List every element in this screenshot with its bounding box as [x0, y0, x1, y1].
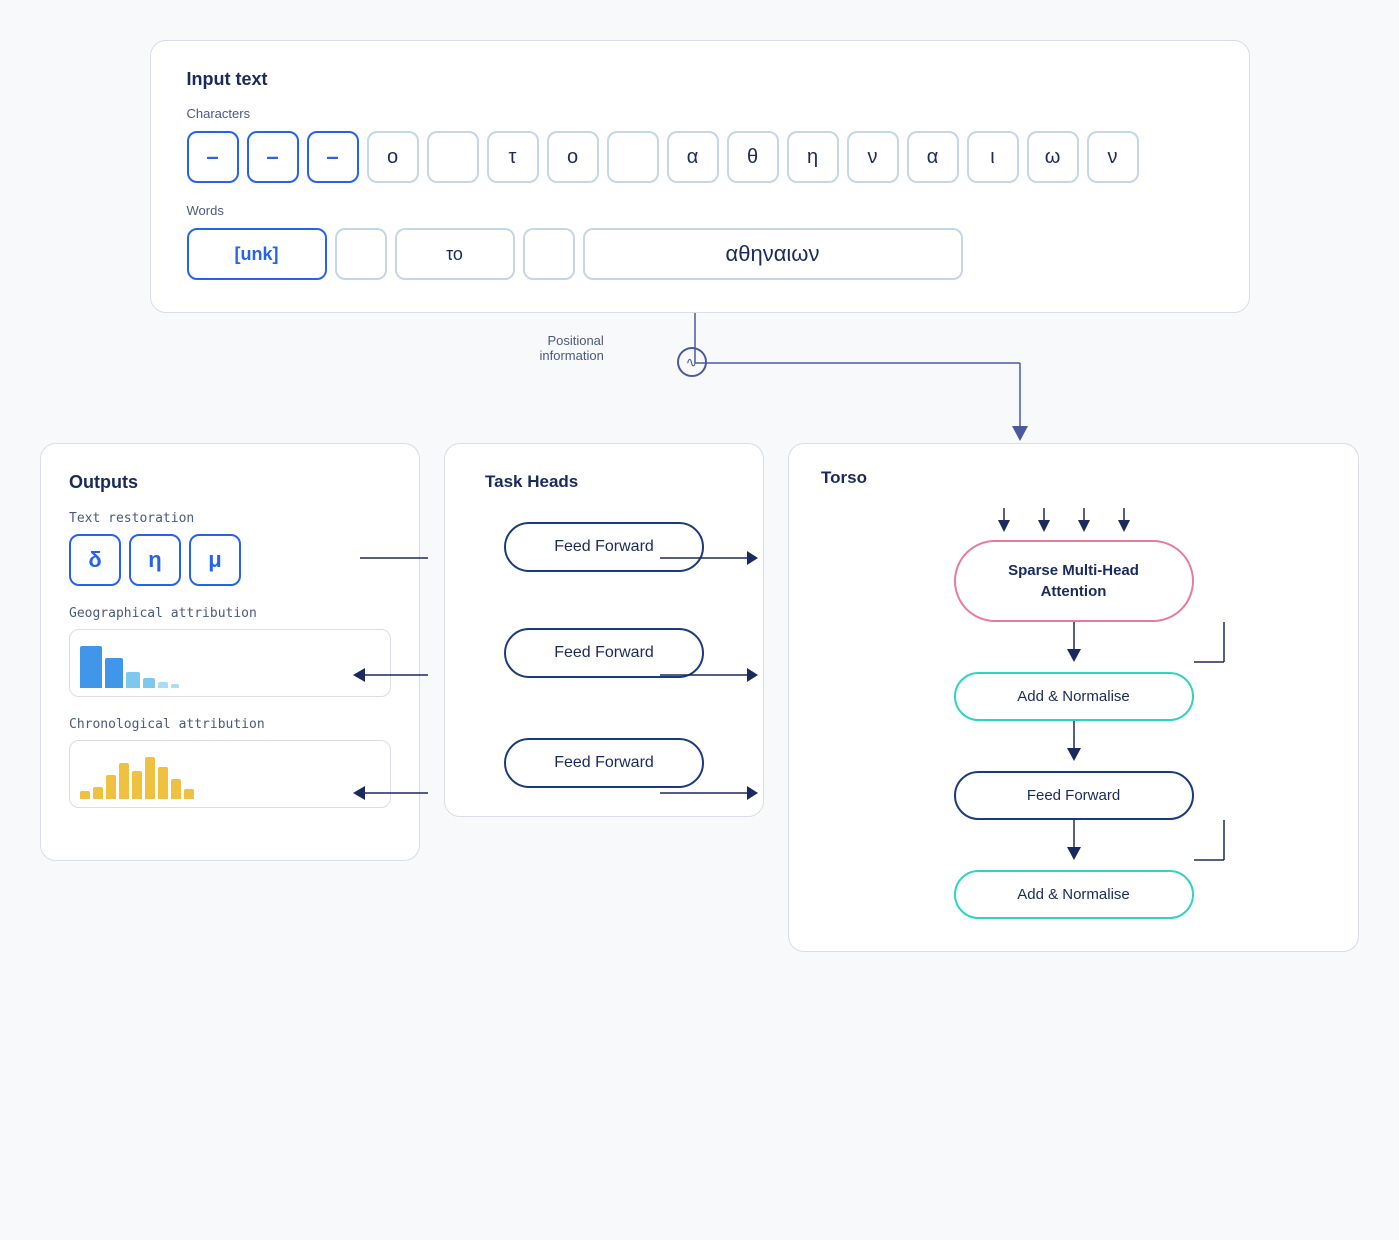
geo-bars — [80, 646, 380, 688]
bottom-area: Outputs Text restoration δ η μ Geographi… — [40, 443, 1359, 952]
ff-to-norm2 — [914, 820, 1234, 870]
geo-bar — [126, 672, 140, 688]
word-box-athinaion[interactable]: αθηναιων — [583, 228, 963, 280]
chrono-bar — [93, 787, 103, 799]
words-row: [unk] το αθηναιων — [187, 228, 1213, 280]
char-box[interactable]: ω — [1027, 131, 1079, 183]
task-ff-button-1[interactable]: Feed Forward — [504, 522, 704, 572]
positional-info: ∿ — [677, 347, 707, 377]
chrono-bars — [80, 757, 380, 799]
word-box[interactable] — [335, 228, 387, 280]
char-box[interactable] — [607, 131, 659, 183]
geo-label: Geographical attribution — [69, 606, 391, 621]
chrono-bar — [184, 789, 194, 799]
torso-panel: Torso Spar — [788, 443, 1359, 952]
chrono-bar — [158, 767, 168, 799]
geo-bar — [80, 646, 102, 688]
task-ff-button-3[interactable]: Feed Forward — [504, 738, 704, 788]
words-label: Words — [187, 203, 1213, 218]
chrono-bar — [119, 763, 129, 799]
torso-title: Torso — [821, 468, 1326, 488]
input-arrows — [974, 508, 1174, 536]
chars-label: Characters — [187, 106, 1213, 121]
geo-bar — [158, 682, 168, 688]
characters-row: – – – ο τ ο α θ η ν α ι ω ν — [187, 131, 1213, 183]
word-box[interactable] — [523, 228, 575, 280]
text-restoration-label: Text restoration — [69, 511, 391, 526]
torso-ff-box: Feed Forward — [954, 771, 1194, 820]
normalise2-label: Add & Normalise — [1017, 886, 1130, 903]
geo-bar — [171, 684, 179, 688]
input-section: Input text Characters – – – ο τ ο α θ η … — [150, 40, 1250, 313]
char-box[interactable]: θ — [727, 131, 779, 183]
char-box[interactable]: – — [247, 131, 299, 183]
geo-chart — [69, 629, 391, 697]
norm1-arrow-svg — [914, 721, 1234, 771]
char-box[interactable]: – — [187, 131, 239, 183]
ff-arrow-svg — [914, 820, 1234, 870]
wave-symbol: ∿ — [677, 347, 707, 377]
chrono-bar — [171, 779, 181, 799]
word-box-unk[interactable]: [unk] — [187, 228, 327, 280]
positional-label: Positional information — [540, 333, 604, 363]
char-box[interactable]: ι — [967, 131, 1019, 183]
outputs-panel: Outputs Text restoration δ η μ Geographi… — [40, 443, 420, 861]
norm1-to-ff — [914, 721, 1234, 771]
torso-ff-label: Feed Forward — [1027, 787, 1120, 804]
char-box[interactable]: ο — [367, 131, 419, 183]
geo-bar — [143, 678, 155, 688]
positional-connector: ∿ Positional information — [150, 313, 1250, 443]
task-ff-button-2[interactable]: Feed Forward — [504, 628, 704, 678]
chrono-bar — [80, 791, 90, 799]
input-arrows-svg — [974, 508, 1174, 536]
char-box[interactable]: – — [307, 131, 359, 183]
output-char-eta: η — [129, 534, 181, 586]
chrono-bar — [145, 757, 155, 799]
attention-box: Sparse Multi-HeadAttention — [954, 540, 1194, 622]
output-chars: δ η μ — [69, 534, 391, 586]
chrono-label: Chronological attribution — [69, 717, 391, 732]
chrono-bar — [132, 771, 142, 799]
input-title: Input text — [187, 69, 1213, 90]
output-char-mu: μ — [189, 534, 241, 586]
char-box[interactable]: ο — [547, 131, 599, 183]
attention-label: Sparse Multi-HeadAttention — [1008, 562, 1139, 600]
normalise1-label: Add & Normalise — [1017, 688, 1130, 705]
torso-inner: Sparse Multi-HeadAttention — [821, 508, 1326, 919]
connector-svg — [150, 313, 1250, 443]
char-box[interactable]: α — [667, 131, 719, 183]
normalise1-box: Add & Normalise — [954, 672, 1194, 721]
char-box[interactable]: η — [787, 131, 839, 183]
word-box-to[interactable]: το — [395, 228, 515, 280]
chrono-chart — [69, 740, 391, 808]
chrono-bar — [106, 775, 116, 799]
positional-line2: information — [540, 348, 604, 363]
output-char-delta: δ — [69, 534, 121, 586]
attention-to-norm1 — [914, 622, 1234, 672]
positional-line1: Positional — [540, 333, 604, 348]
char-box[interactable]: ν — [847, 131, 899, 183]
main-wrapper: Input text Characters – – – ο τ ο α θ η … — [40, 40, 1359, 952]
outputs-title: Outputs — [69, 472, 391, 493]
geo-bar — [105, 658, 123, 688]
normalise2-box: Add & Normalise — [954, 870, 1194, 919]
attention-arrow-svg — [914, 622, 1234, 672]
task-heads-title: Task Heads — [485, 472, 578, 492]
task-panel: Task Heads Feed Forward Feed Forward Fee… — [444, 443, 764, 817]
char-box[interactable]: τ — [487, 131, 539, 183]
char-box[interactable]: ν — [1087, 131, 1139, 183]
char-box[interactable]: α — [907, 131, 959, 183]
char-box[interactable] — [427, 131, 479, 183]
